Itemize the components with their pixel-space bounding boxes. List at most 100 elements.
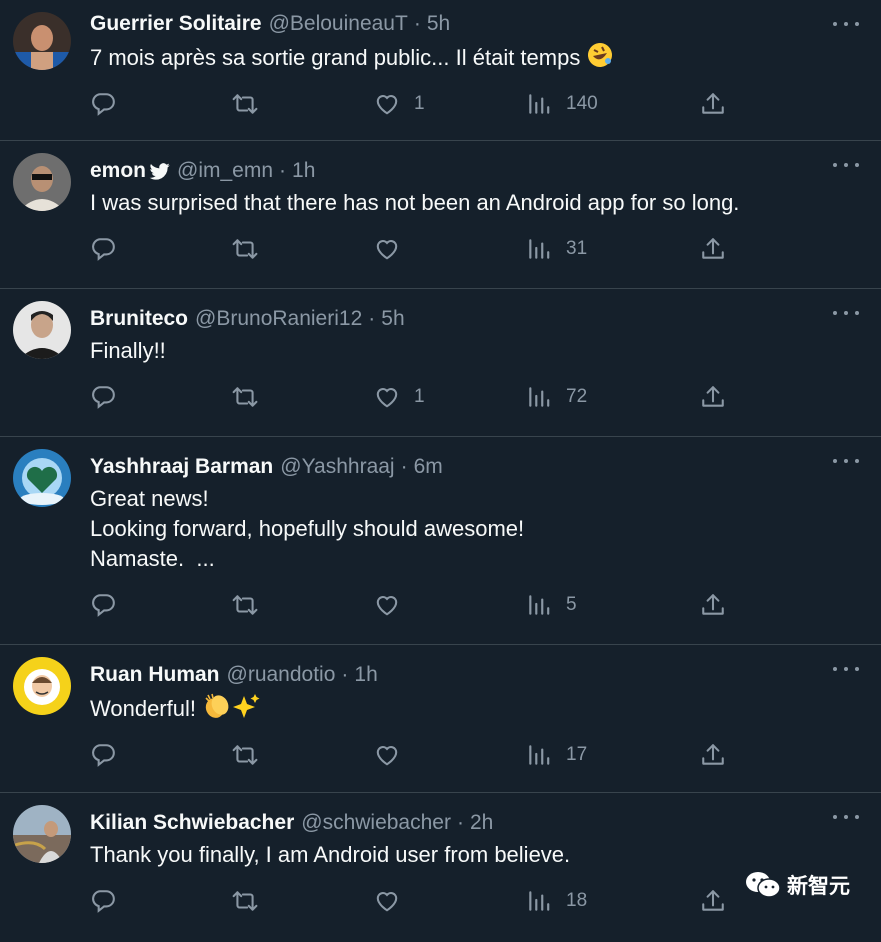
share-button[interactable]: [700, 592, 726, 618]
more-icon[interactable]: [833, 659, 859, 679]
tweet-text-content: Finally!!: [90, 338, 166, 363]
analytics-icon: [529, 891, 550, 911]
reply-button[interactable]: [90, 236, 130, 262]
views-button[interactable]: 5: [526, 592, 577, 618]
tweet-text-line: Thank you finally, I am Android user fro…: [90, 840, 865, 870]
share-button[interactable]: [700, 384, 726, 410]
action-bar: 31: [90, 218, 865, 290]
view-count: 5: [566, 594, 577, 615]
display-name[interactable]: Ruan Human: [90, 663, 220, 687]
reply-button[interactable]: [90, 888, 130, 914]
heart-icon: [376, 892, 398, 912]
share-button[interactable]: [700, 888, 726, 914]
handle[interactable]: @schwiebacher: [301, 811, 451, 835]
watermark-text: 新智元: [787, 874, 850, 898]
views-button[interactable]: 18: [526, 888, 587, 914]
tweet-text-content: Thank you finally, I am Android user fro…: [90, 842, 571, 867]
avatar[interactable]: [13, 449, 71, 507]
timestamp[interactable]: 1h: [292, 159, 315, 183]
like-button[interactable]: 1: [374, 384, 425, 410]
tweet-text: Thank you finally, I am Android user fro…: [90, 840, 865, 870]
tweet[interactable]: Bruniteco @BrunoRanieri12 · 5h Finally!!…: [0, 289, 881, 437]
handle[interactable]: @BrunoRanieri12: [195, 307, 362, 331]
analytics-icon: [529, 94, 550, 114]
handle[interactable]: @Yashhraaj: [280, 455, 394, 479]
handle[interactable]: @BelouineauT: [269, 12, 408, 36]
tweet-text: Great news! Looking forward, hopefully sh…: [90, 484, 865, 574]
handle[interactable]: @im_emn: [177, 159, 273, 183]
timestamp[interactable]: 1h: [354, 663, 377, 687]
display-name[interactable]: emon: [90, 159, 146, 183]
share-button[interactable]: [700, 236, 726, 262]
reply-icon: [92, 890, 115, 913]
timestamp[interactable]: 5h: [381, 307, 404, 331]
like-button[interactable]: [374, 592, 414, 618]
timestamp[interactable]: 6m: [414, 455, 443, 479]
avatar[interactable]: [13, 12, 71, 70]
retweet-button[interactable]: [232, 91, 272, 117]
tweet-header: Kilian Schwiebacher @schwiebacher · 2h: [90, 809, 865, 837]
separator-dot: ·: [456, 811, 464, 834]
tweet-text-content: Wonderful!: [90, 696, 196, 721]
retweet-button[interactable]: [232, 888, 272, 914]
share-button[interactable]: [700, 742, 726, 768]
display-name[interactable]: Kilian Schwiebacher: [90, 811, 294, 835]
analytics-icon: [529, 239, 550, 259]
tweet-text-line: Great news!: [90, 484, 865, 514]
reply-button[interactable]: [90, 91, 130, 117]
views-button[interactable]: 31: [526, 236, 587, 262]
like-button[interactable]: [374, 236, 414, 262]
retweet-icon: [232, 94, 258, 114]
display-name[interactable]: Yashhraaj Barman: [90, 455, 273, 479]
views-button[interactable]: 72: [526, 384, 587, 410]
handle[interactable]: @ruandotio: [227, 663, 336, 687]
more-icon[interactable]: [833, 155, 859, 175]
like-button[interactable]: [374, 888, 414, 914]
action-bar: 5: [90, 574, 865, 646]
display-name[interactable]: Bruniteco: [90, 307, 188, 331]
display-name[interactable]: Guerrier Solitaire: [90, 12, 262, 36]
avatar[interactable]: [13, 657, 71, 715]
verified-bird-icon: [148, 160, 170, 182]
retweet-button[interactable]: [232, 742, 272, 768]
tweet-text: Wonderful!: [90, 692, 865, 724]
action-bar: 1 72: [90, 366, 865, 438]
clap-sparkles-emoji: [205, 693, 260, 718]
reply-button[interactable]: [90, 384, 130, 410]
separator-dot: ·: [368, 307, 376, 330]
retweet-button[interactable]: [232, 236, 272, 262]
retweet-button[interactable]: [232, 384, 272, 410]
retweet-icon: [232, 891, 258, 911]
more-icon[interactable]: [833, 807, 859, 827]
retweet-icon: [232, 745, 258, 765]
tweet-header: Yashhraaj Barman @Yashhraaj · 6m: [90, 453, 865, 481]
reply-button[interactable]: [90, 742, 130, 768]
tweet[interactable]: Kilian Schwiebacher @schwiebacher · 2h T…: [0, 793, 881, 930]
tweet-text: Finally!!: [90, 336, 865, 366]
more-icon[interactable]: [833, 14, 859, 34]
tweet[interactable]: emon @im_emn · 1h I was surprised that t…: [0, 141, 881, 289]
like-button[interactable]: 1: [374, 91, 425, 117]
avatar[interactable]: [13, 153, 71, 211]
more-icon[interactable]: [833, 451, 859, 471]
separator-dot: ·: [400, 455, 408, 478]
view-count: 72: [566, 386, 588, 407]
views-button[interactable]: 17: [526, 742, 587, 768]
tweet[interactable]: Yashhraaj Barman @Yashhraaj · 6m Great n…: [0, 437, 881, 645]
timestamp[interactable]: 5h: [427, 12, 450, 36]
like-button[interactable]: [374, 742, 414, 768]
more-icon[interactable]: [833, 303, 859, 323]
tweet[interactable]: Ruan Human @ruandotio · 1h Wonderful! 17: [0, 645, 881, 793]
watermark: 新智元: [745, 870, 850, 900]
avatar[interactable]: [13, 301, 71, 359]
timestamp[interactable]: 2h: [470, 811, 493, 835]
avatar[interactable]: [13, 805, 71, 863]
share-button[interactable]: [700, 91, 726, 117]
retweet-button[interactable]: [232, 592, 272, 618]
views-button[interactable]: 140: [526, 91, 598, 117]
heart-icon: [376, 596, 398, 616]
tweet-text-content: Great news!: [90, 486, 209, 511]
reply-button[interactable]: [90, 592, 130, 618]
tweet[interactable]: Guerrier Solitaire @BelouineauT · 5h 7 m…: [0, 0, 881, 141]
action-bar: 17: [90, 724, 865, 796]
